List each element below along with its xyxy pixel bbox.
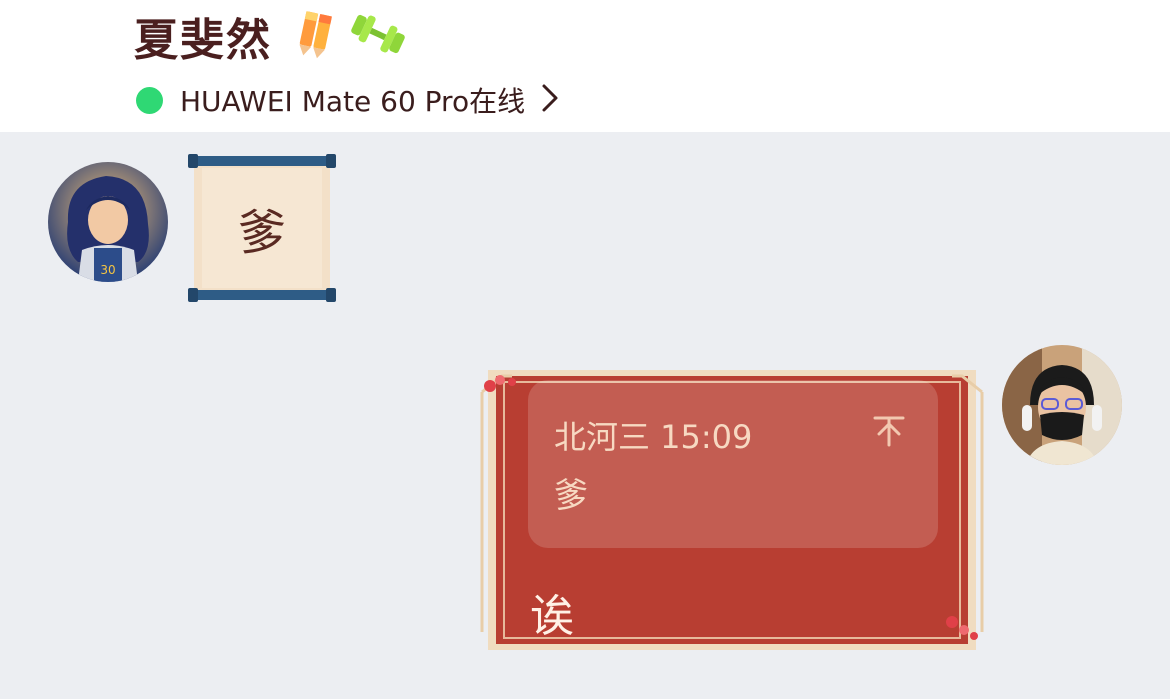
sticker-text: 爹 [237, 205, 286, 261]
online-dot-icon [136, 86, 163, 114]
chat-area: 30 爹 北河三 15:09 爹 诶 [0, 132, 1170, 699]
contact-name[interactable]: 夏斐然 [134, 4, 272, 68]
pin-top-icon[interactable] [872, 414, 906, 452]
pencil-badge-icon[interactable] [294, 8, 342, 64]
my-avatar[interactable] [1002, 345, 1122, 465]
quoted-message[interactable]: 北河三 15:09 爹 [528, 380, 938, 548]
chevron-right-icon[interactable] [541, 83, 559, 117]
svg-text:30: 30 [100, 263, 115, 277]
quoted-text: 爹 [554, 476, 588, 516]
status-text: HUAWEI Mate 60 Pro在线 [180, 85, 526, 118]
title-row: 夏斐然 [134, 6, 408, 66]
quoted-sender-time: 北河三 15:09 [554, 418, 753, 456]
message-text: 诶 [530, 591, 574, 642]
scroll-sticker[interactable]: 爹 [188, 154, 336, 302]
chat-header: 夏斐然 HUAWEI Mate 60 Pro在线 [0, 0, 1170, 132]
dumbbell-badge-icon[interactable] [348, 8, 408, 64]
online-status[interactable]: HUAWEI Mate 60 Pro在线 [136, 80, 559, 120]
contact-avatar[interactable]: 30 [48, 162, 168, 282]
